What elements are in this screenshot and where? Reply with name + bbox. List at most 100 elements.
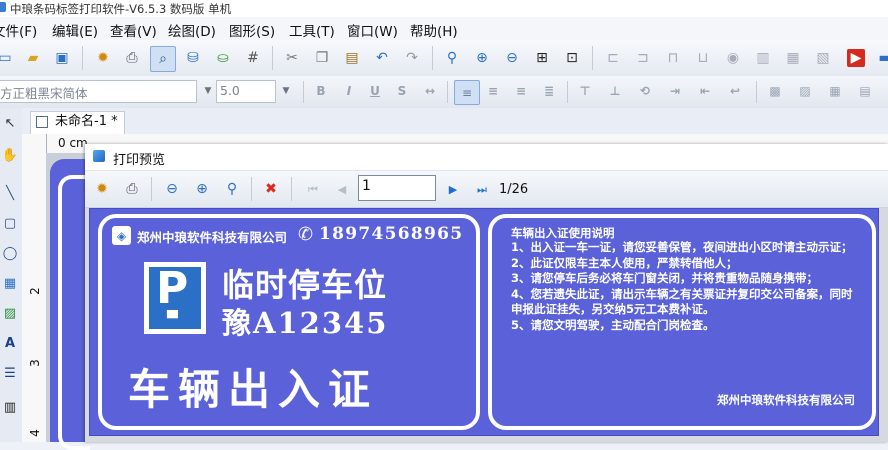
strikethrough-icon[interactable]: S — [393, 84, 411, 98]
phone-number: 18974568965 — [319, 224, 464, 244]
menu-window[interactable]: 窗口(W) — [347, 20, 398, 40]
toolbar-separator — [151, 177, 152, 201]
order-back-icon[interactable]: ▨ — [796, 84, 814, 98]
close-preview-icon[interactable]: ✖ — [262, 180, 280, 198]
open-folder-icon[interactable]: ▰ — [24, 49, 42, 67]
cut-icon[interactable]: ✂ — [283, 49, 301, 67]
database-icon[interactable]: ⛁ — [184, 49, 202, 67]
window-title: 中琅条码标签打印软件-V6.5.3 数码版 单机 — [10, 2, 232, 16]
menu-tools[interactable]: 工具(T) — [289, 20, 335, 40]
ungroup-icon[interactable]: ▦ — [784, 49, 802, 67]
barcode-tool-icon[interactable]: ▥ — [1, 398, 19, 416]
align-text-right-icon[interactable]: ≡ — [512, 84, 530, 98]
align-top-icon[interactable]: ⊓ — [664, 49, 682, 67]
lock-icon[interactable]: ◉ — [724, 49, 742, 67]
align-bottom-icon[interactable]: ⊔ — [694, 49, 712, 67]
menu-shape[interactable]: 图形(S) — [229, 20, 275, 40]
rotate-icon[interactable]: ⟲ — [636, 84, 654, 98]
note-item: 3、请您停车后务必将车门窗关闭，并将贵重物品随身携带； — [511, 271, 818, 286]
toolbar-separator — [251, 177, 252, 201]
undo-icon[interactable]: ↶ — [373, 49, 391, 67]
zoom-icon[interactable]: ⚲ — [223, 180, 241, 198]
grid-icon[interactable]: # — [244, 49, 262, 67]
actual-size-icon[interactable]: ⊡ — [563, 49, 581, 67]
layer-icon[interactable]: ▧ — [814, 49, 832, 67]
zoom-in-icon[interactable]: ⊕ — [473, 49, 491, 67]
distribute-icon[interactable]: ▦ — [826, 84, 844, 98]
align-center-icon[interactable]: ⊐ — [634, 49, 652, 67]
note-item: 1、出入证一车一证，请您妥善保管，夜间进出小区时请主动示证； — [511, 240, 853, 254]
menu-bar: 文件(F) 编辑(E) 查看(V) 绘图(D) 图形(S) 工具(T) 窗口(W… — [0, 17, 888, 40]
justify-icon[interactable]: ≣ — [540, 84, 558, 98]
toolbar-separator — [272, 46, 273, 70]
wrap-icon[interactable]: ↩ — [726, 84, 744, 98]
document-tab-strip: 未命名-1 * — [22, 108, 888, 135]
rectangle-tool-icon[interactable]: ▢ — [1, 214, 19, 232]
previous-page-icon[interactable]: ◀ — [333, 180, 351, 198]
print-icon[interactable]: ⎙ — [123, 49, 141, 67]
paragraph-tool-icon[interactable]: ☰ — [1, 364, 19, 382]
print-preview-icon[interactable]: ⌕ — [150, 46, 176, 72]
zoom-icon[interactable]: ⚲ — [443, 49, 461, 67]
main-toolbar: ▭ ▰ ▣ ✹ ⎙ ⌕ ⛁ ⛀ # ✂ ❐ ▤ ↶ ↷ ⚲ ⊕ ⊖ ⊞ ⊡ ⊏ … — [0, 40, 888, 77]
first-page-icon[interactable]: ⏮ — [304, 180, 322, 198]
order-front-icon[interactable]: ▩ — [766, 84, 784, 98]
new-icon[interactable]: ▭ — [0, 49, 14, 67]
underline-icon[interactable]: U — [366, 84, 384, 98]
font-name-select[interactable]: 方正粗黑宋简体 — [0, 80, 197, 103]
paste-icon[interactable]: ▤ — [343, 49, 361, 67]
data-source-icon[interactable]: ⛀ — [214, 49, 232, 67]
align-left-icon[interactable]: ⊏ — [604, 49, 622, 67]
menu-draw[interactable]: 绘图(D) — [168, 20, 216, 40]
line-tool-icon[interactable]: ╲ — [1, 184, 19, 202]
menu-view[interactable]: 查看(V) — [110, 20, 157, 40]
settings-gear-icon[interactable]: ✹ — [94, 49, 112, 67]
menu-file[interactable]: 文件(F) — [0, 20, 37, 40]
next-page-icon[interactable]: ▶ — [444, 180, 462, 198]
font-size-select[interactable]: 5.0 — [216, 80, 276, 103]
parking-sign-inner: P ▀ — [149, 263, 201, 329]
copy-icon[interactable]: ❐ — [313, 49, 331, 67]
export-icon[interactable]: ▬ — [876, 49, 888, 67]
bold-icon[interactable]: B — [312, 84, 330, 98]
text-tool-icon[interactable]: A — [1, 334, 19, 352]
pdf-icon[interactable]: ▶ — [847, 49, 865, 67]
drawing-tools: ↖ ✋ ╲ ▢ ◯ ▦ ▨ A ☰ ▥ — [0, 108, 23, 442]
preview-title: 打印预览 — [113, 153, 166, 168]
page-number-input[interactable]: 1 — [358, 175, 436, 201]
indent-icon[interactable]: ⇥ — [666, 84, 684, 98]
chevron-down-icon[interactable]: ▼ — [279, 86, 293, 96]
menu-help[interactable]: 帮助(H) — [410, 20, 458, 40]
chevron-down-icon[interactable]: ▼ — [201, 86, 215, 96]
valign-top-icon[interactable]: ⊤ — [576, 84, 594, 98]
document-tab[interactable]: 未命名-1 * — [30, 111, 125, 134]
redo-icon[interactable]: ↷ — [403, 49, 421, 67]
note-item: 2、此证仅限车主本人使用，严禁转借他人； — [511, 255, 738, 270]
save-icon[interactable]: ▣ — [53, 49, 71, 67]
zoom-out-icon[interactable]: ⊖ — [163, 180, 181, 198]
italic-icon[interactable]: I — [340, 84, 358, 98]
pan-hand-icon[interactable]: ✋ — [1, 146, 19, 164]
company-logo-icon: ◈ — [112, 226, 131, 245]
toolbar-separator — [432, 46, 433, 70]
ellipse-tool-icon[interactable]: ◯ — [1, 244, 19, 262]
print-icon[interactable]: ⎙ — [123, 180, 141, 198]
last-page-icon[interactable]: ⏭ — [473, 180, 491, 198]
fit-page-icon[interactable]: ⊞ — [533, 49, 551, 67]
picture-tool-icon[interactable]: ▨ — [1, 304, 19, 322]
group-icon[interactable]: ▥ — [754, 49, 772, 67]
select-pointer-icon[interactable]: ↖ — [1, 114, 19, 132]
pass-title: 车辆出入证 — [128, 365, 379, 414]
zoom-in-icon[interactable]: ⊕ — [193, 180, 211, 198]
zoom-out-icon[interactable]: ⊖ — [503, 49, 521, 67]
print-settings-icon[interactable]: ✹ — [93, 180, 111, 198]
menu-edit[interactable]: 编辑(E) — [52, 20, 98, 40]
align-text-center-icon[interactable]: ≡ — [484, 84, 502, 98]
size-icon[interactable]: ▤ — [856, 84, 874, 98]
app-icon — [0, 2, 6, 12]
align-text-left-icon[interactable]: ≡ — [454, 80, 480, 105]
char-spacing-icon[interactable]: ↔ — [421, 84, 439, 98]
outdent-icon[interactable]: ⇤ — [696, 84, 714, 98]
image-tool-icon[interactable]: ▦ — [1, 274, 19, 292]
valign-middle-icon[interactable]: ⊥ — [606, 84, 624, 98]
